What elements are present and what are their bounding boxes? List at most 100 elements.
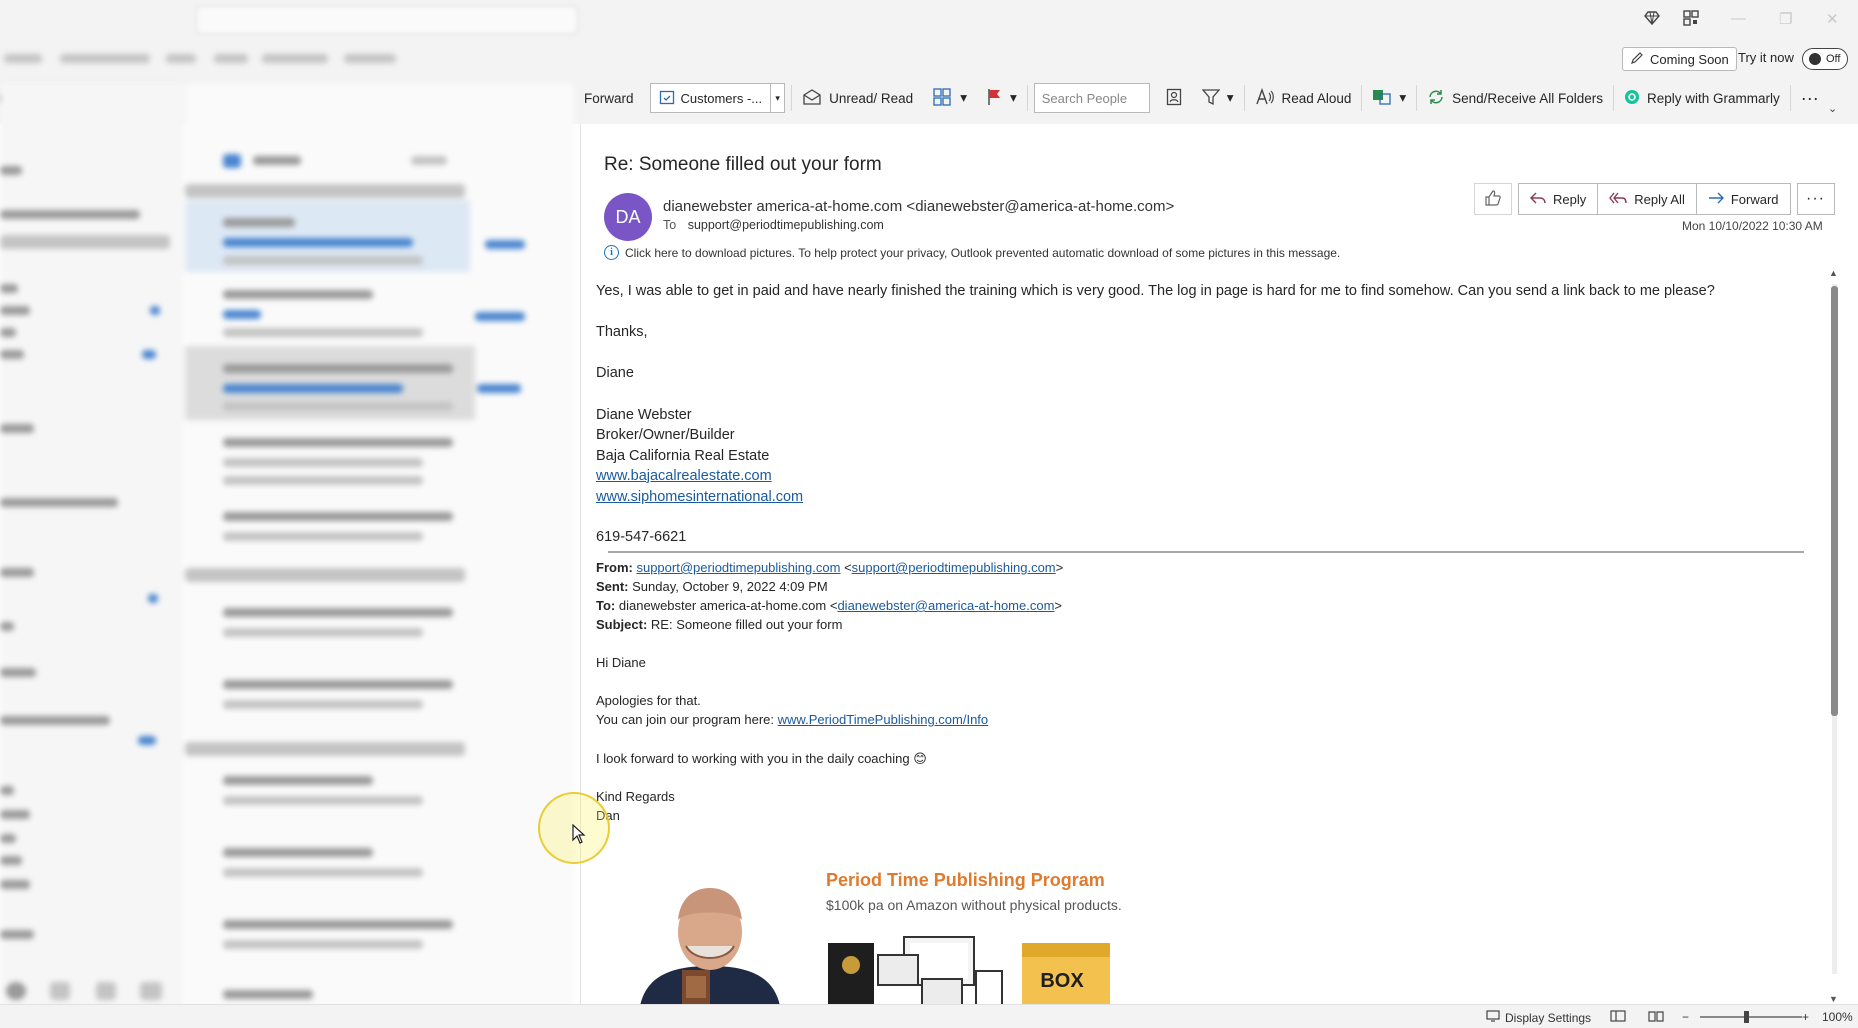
- ribbon-commands: Forward Customers -... ▾ Unread/ Read ▾ …: [574, 78, 1858, 118]
- more-actions-button[interactable]: ···: [1796, 183, 1835, 215]
- forward-arrow-icon: [1708, 191, 1724, 208]
- toggle-knob: [1809, 53, 1821, 65]
- chevron-down-icon: ▾: [960, 90, 967, 105]
- translate-icon: [1372, 88, 1392, 109]
- promo-subtitle: $100k pa on Amazon without physical prod…: [826, 897, 1122, 913]
- read-aloud-label: Read Aloud: [1281, 90, 1352, 106]
- monitor-icon: [1486, 1010, 1500, 1025]
- reply-all-label: Reply All: [1634, 191, 1685, 207]
- message-actions: Reply Reply All Forward ···: [1474, 183, 1835, 215]
- quoted-to-name: dianewebster america-at-home.com <: [618, 598, 838, 613]
- read-aloud-button[interactable]: Read Aloud: [1245, 82, 1362, 114]
- signature-link-1[interactable]: www.bajacalrealestate.com: [596, 468, 772, 484]
- reply-all-button[interactable]: Reply All: [1598, 184, 1697, 214]
- reply-all-icon: [1609, 191, 1627, 208]
- quote-divider: [608, 551, 1804, 553]
- quoted-to-link[interactable]: dianewebster@america-at-home.com: [837, 598, 1054, 613]
- folder-pane: [0, 84, 185, 1028]
- unread-read-label: Unread/ Read: [829, 90, 914, 106]
- quoted-join-line: You can join our program here: www.Perio…: [596, 712, 988, 727]
- thumbs-up-icon: [1484, 189, 1502, 210]
- quoted-subject-value: RE: Someone filled out your form: [650, 617, 843, 632]
- signature-link-2[interactable]: www.siphomesinternational.com: [596, 489, 803, 505]
- categorize-icon: [933, 87, 953, 109]
- display-settings-button[interactable]: Display Settings: [1486, 1010, 1591, 1025]
- pencil-icon: [1630, 51, 1644, 68]
- download-pictures-text: Click here to download pictures. To help…: [625, 245, 1341, 260]
- info-icon: i: [604, 245, 619, 260]
- quoted-join-link[interactable]: www.PeriodTimePublishing.com/Info: [778, 712, 989, 727]
- forward-label: Forward: [584, 90, 634, 106]
- signature-title: Broker/Owner/Builder: [596, 427, 735, 443]
- chevron-down-icon: ▾: [1009, 90, 1017, 105]
- send-receive-button[interactable]: Send/Receive All Folders: [1417, 82, 1613, 114]
- search-people-input[interactable]: Search People: [1033, 83, 1150, 113]
- quoted-from-label: From:: [596, 560, 633, 575]
- quick-steps-dropdown[interactable]: Customers -... ▾: [649, 83, 786, 113]
- reading-view-button[interactable]: [1648, 1010, 1664, 1025]
- signature-company: Baja California Real Estate: [596, 448, 770, 464]
- zoom-in-button[interactable]: +: [1802, 1010, 1809, 1024]
- body-thanks: Thanks,: [596, 324, 648, 340]
- chevron-down-icon: ▾: [1399, 90, 1407, 105]
- quoted-from-link-2[interactable]: support@periodtimepublishing.com: [852, 560, 1056, 575]
- download-pictures-bar[interactable]: i Click here to download pictures. To he…: [604, 245, 1340, 260]
- more-commands-button[interactable]: ···: [1791, 82, 1829, 114]
- quick-step-label: Customers -...: [680, 90, 763, 106]
- new-outlook-toggle[interactable]: Off: [1802, 48, 1848, 70]
- address-book-button[interactable]: [1156, 82, 1192, 114]
- search-input[interactable]: [196, 6, 578, 34]
- sync-icon: [1427, 88, 1445, 109]
- like-button[interactable]: [1474, 183, 1512, 215]
- reply-with-grammarly-button[interactable]: Reply with Grammarly: [1614, 82, 1790, 114]
- normal-view-icon: [1610, 1010, 1626, 1025]
- zoom-slider-track[interactable]: [1700, 1016, 1802, 1018]
- filter-email-button[interactable]: ▾: [1192, 82, 1244, 114]
- response-buttons: Reply Reply All Forward: [1518, 183, 1791, 215]
- mouse-cursor-icon: [572, 823, 586, 847]
- categorize-button[interactable]: ▾: [923, 82, 977, 114]
- diamond-icon[interactable]: [1644, 10, 1660, 30]
- recipient-address[interactable]: support@periodtimepublishing.com: [688, 218, 884, 232]
- quoted-subject-label: Subject:: [596, 617, 648, 632]
- more-commands-label: ···: [1800, 87, 1819, 108]
- translate-button[interactable]: ▾: [1362, 82, 1416, 114]
- minimize-button[interactable]: —: [1731, 10, 1746, 27]
- collapse-ribbon-chevron-icon[interactable]: ⌄: [1828, 102, 1837, 115]
- to-label: To: [663, 218, 677, 232]
- read-aloud-icon: [1255, 87, 1275, 109]
- zoom-slider-thumb[interactable]: [1744, 1011, 1749, 1023]
- recipient-line: To support@periodtimepublishing.com: [663, 218, 884, 232]
- forward-ribbon-button[interactable]: Forward: [574, 82, 644, 114]
- normal-view-button[interactable]: [1610, 1010, 1626, 1025]
- forward-button[interactable]: Forward: [1697, 184, 1790, 214]
- restore-button[interactable]: ❐: [1779, 10, 1792, 28]
- sender-address[interactable]: dianewebster america-at-home.com <dianew…: [663, 198, 1174, 215]
- reply-button[interactable]: Reply: [1519, 184, 1599, 214]
- close-button[interactable]: ✕: [1826, 10, 1839, 28]
- reply-label: Reply: [1553, 191, 1587, 207]
- status-bar: Display Settings − + 100%: [0, 1004, 1858, 1028]
- send-receive-label: Send/Receive All Folders: [1452, 90, 1603, 106]
- quoted-greeting: Hi Diane: [596, 655, 646, 670]
- filter-icon: [1201, 88, 1221, 109]
- quoted-apology: Apologies for that.: [596, 693, 701, 708]
- envelope-open-icon: [802, 88, 822, 109]
- unread-read-button[interactable]: Unread/ Read: [792, 82, 923, 114]
- quoted-sent-line: Sent: Sunday, October 9, 2022 4:09 PM: [596, 579, 828, 594]
- signature-phone: 619-547-6621: [596, 529, 687, 545]
- promo-products-image: BOX: [826, 935, 1116, 1007]
- sender-avatar[interactable]: DA: [604, 193, 652, 241]
- reply-icon: [1530, 191, 1546, 208]
- coming-soon-button[interactable]: Coming Soon: [1622, 47, 1737, 71]
- try-it-now-label: Try it now: [1738, 50, 1794, 65]
- follow-up-button[interactable]: ▾: [977, 82, 1027, 114]
- scroll-down-arrow-icon[interactable]: ▼: [1829, 994, 1838, 1004]
- quoted-from-link[interactable]: support@periodtimepublishing.com: [636, 560, 840, 575]
- zoom-level[interactable]: 100%: [1822, 1010, 1853, 1024]
- zoom-out-button[interactable]: −: [1682, 1010, 1689, 1024]
- scroll-up-arrow-icon[interactable]: ▲: [1829, 268, 1838, 278]
- qr-code-icon[interactable]: [1683, 10, 1699, 30]
- reading-pane-scrollbar[interactable]: ▲ ▼: [1826, 268, 1842, 1008]
- scroll-thumb[interactable]: [1831, 286, 1838, 716]
